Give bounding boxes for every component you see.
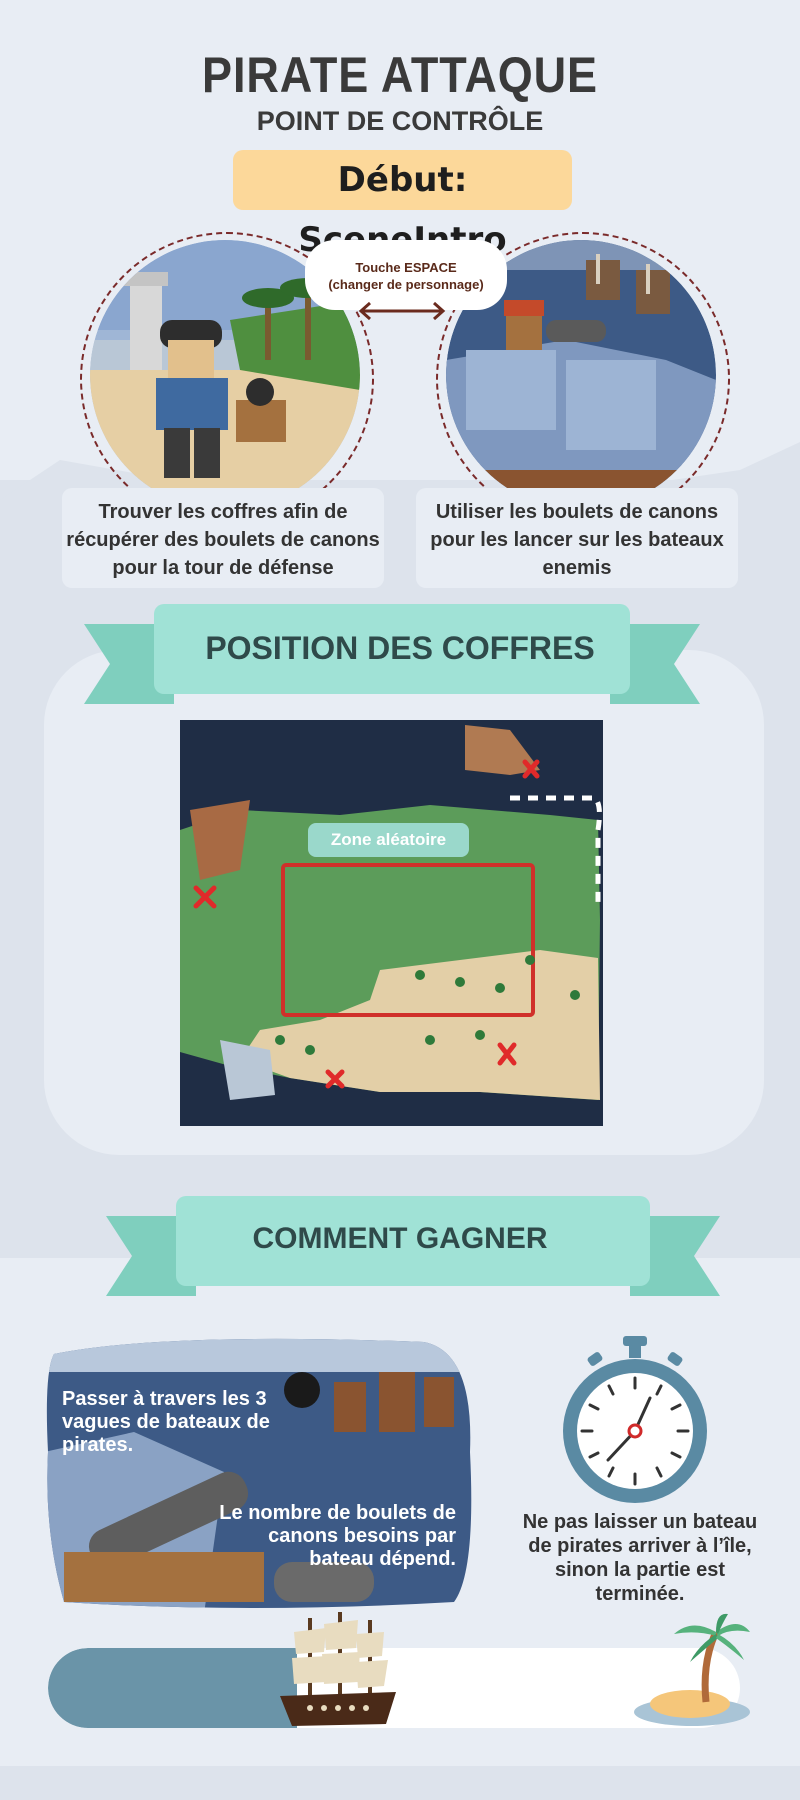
cannon-gunner-description: Utiliser les boulets de canons pour les … bbox=[416, 488, 738, 588]
pirate-ship-icon bbox=[280, 1612, 396, 1726]
footer-strip bbox=[0, 1766, 800, 1800]
switch-key-caption: (changer de personnage) bbox=[328, 277, 484, 292]
infographic-page: PIRATE ATTAQUE POINT DE CONTRÔLE Début: … bbox=[0, 0, 800, 1800]
island-map: Zone aléatoire bbox=[180, 720, 603, 1126]
cannonballs-needed-text: Le nombre de boulets de canons besoins p… bbox=[219, 1502, 456, 1570]
waves-goal-text: Passer à travers les 3 vagues de bateaux… bbox=[62, 1388, 270, 1456]
page-subtitle: POINT DE CONTRÔLE bbox=[256, 106, 544, 136]
win-section-heading: COMMENT GAGNER bbox=[252, 1222, 548, 1255]
chest-section-heading: POSITION DES COFFRES bbox=[205, 630, 595, 666]
page-title: PIRATE ATTAQUE bbox=[202, 47, 598, 103]
random-zone-label: Zone aléatoire bbox=[308, 823, 469, 857]
stopwatch-icon bbox=[563, 1336, 707, 1503]
ship-progress-fill bbox=[48, 1648, 298, 1728]
island-map-drawing bbox=[180, 725, 602, 1100]
cannon-battle-image bbox=[46, 1338, 472, 1608]
switch-key-label: Touche ESPACE bbox=[355, 260, 457, 275]
cannon-battle-card: Passer à travers les 3 vagues de bateaux… bbox=[44, 1332, 476, 1614]
double-arrow-icon bbox=[358, 301, 446, 321]
chest-hunter-description: Trouver les coffres afin de récupérer de… bbox=[62, 488, 384, 588]
start-scene-badge: Début: SceneIntro bbox=[233, 150, 572, 260]
lose-condition-text: Ne pas laisser un bateau de pirates arri… bbox=[522, 1511, 758, 1605]
palm-island-icon bbox=[634, 1613, 750, 1726]
